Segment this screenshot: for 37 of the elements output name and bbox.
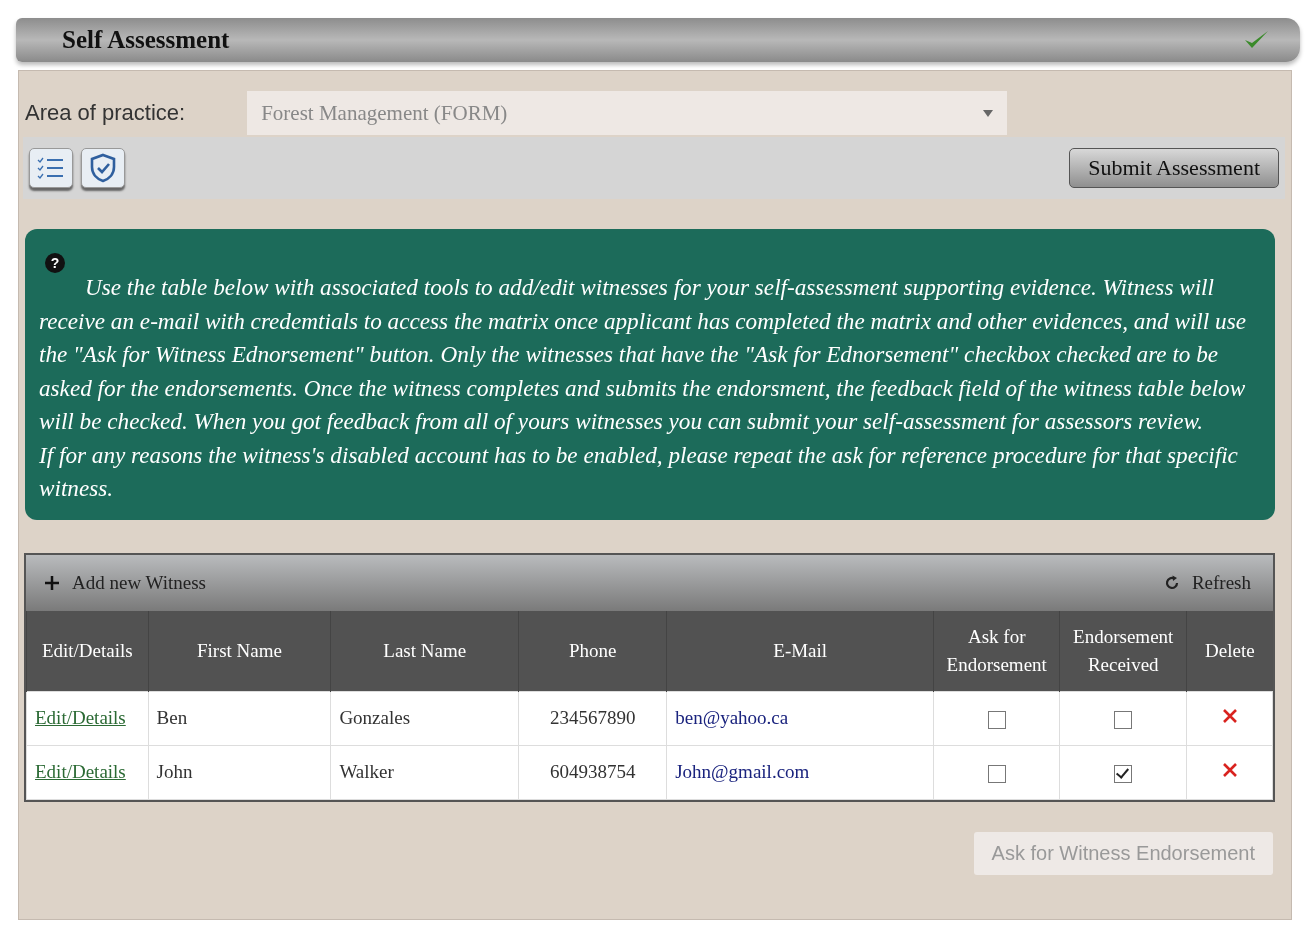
- column-header: Edit/Details: [26, 610, 149, 691]
- checkbox[interactable]: [987, 710, 1006, 729]
- email-text: ben@yahoo.ca: [675, 707, 789, 728]
- column-header: Phone: [518, 610, 667, 691]
- checkbox[interactable]: [1114, 710, 1133, 729]
- column-header: Delete: [1186, 610, 1273, 691]
- checkbox[interactable]: [1114, 764, 1133, 783]
- checklist-icon: [36, 155, 66, 181]
- page-title: Self Assessment: [62, 26, 230, 54]
- column-header: Ask for Endorsement: [933, 610, 1060, 691]
- table-cell: Ben: [148, 691, 331, 745]
- table-cell: 604938754: [518, 745, 667, 799]
- shield-check-icon: [89, 153, 117, 183]
- checkbox[interactable]: [987, 764, 1006, 783]
- submit-button[interactable]: Submit Assessment: [1069, 148, 1279, 188]
- checklist-button[interactable]: [29, 148, 73, 188]
- table-cell: Walker: [330, 745, 519, 799]
- email-text: John@gmail.com: [675, 761, 810, 782]
- delete-icon[interactable]: [1221, 762, 1238, 778]
- column-header: E-Mail: [666, 610, 934, 691]
- plus-icon: [44, 574, 60, 591]
- table-cell: 234567890: [518, 691, 667, 745]
- refresh-icon: [1163, 574, 1180, 591]
- info-text: Use the table below with associated tools to add/edit witnesses for your self-assessment supporting evidence. Witness will receive an e-mail with credemtials to access the matrix once applicant has completed the matrix and other evidences, and will use the "Ask for Witness Ednorsement" button. Only the witnesses that have the "Ask for Ednorsement" checkbox checked are to be asked for the endorsements. Once the witness completes and submits the endorsment, the feedback field of the witness table below will be checked. When you got feedback from all of yours witnesses you can submit your self-assessment for assessors review.: [39, 273, 1247, 436]
- table-cell: Gonzales: [330, 691, 519, 745]
- delete-icon[interactable]: [1221, 708, 1238, 724]
- add-witness-button[interactable]: Add new Witness: [44, 571, 206, 594]
- area-dropdown[interactable]: Forest Management (FORM): [247, 91, 1008, 135]
- refresh-button[interactable]: Refresh: [1163, 571, 1251, 594]
- help-icon: ?: [45, 253, 65, 273]
- column-header: First Name: [148, 610, 331, 691]
- shield-button[interactable]: [81, 148, 125, 188]
- field-label: Area of practice:: [25, 100, 186, 126]
- column-header: Last Name: [330, 610, 519, 691]
- table-cell: John: [148, 745, 331, 799]
- info-text: If for any reasons the witness's disabled account has to be enabled, please repeat the ask for reference procedure for that specific witness.: [39, 440, 1239, 503]
- column-header: Endorsement Received: [1059, 610, 1187, 691]
